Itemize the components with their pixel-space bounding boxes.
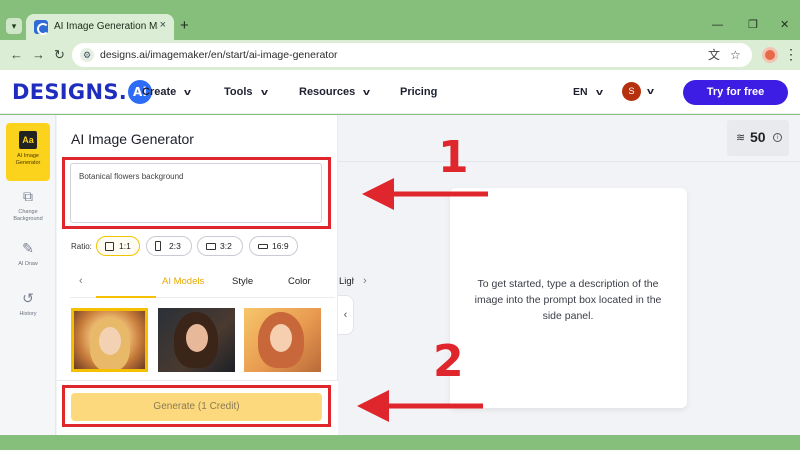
landscape-ratio-icon — [206, 243, 216, 250]
credits-badge: ≋ 50 i — [727, 120, 789, 156]
ratio-option-label: 3:2 — [220, 241, 232, 251]
credits-value: 50 — [750, 129, 766, 145]
rail-item-label: AI Draw — [18, 261, 38, 267]
ratio-option-2-3[interactable]: 2:3 — [146, 236, 192, 256]
chevron-down-icon: v — [595, 87, 603, 97]
nav-create-label: Create — [142, 86, 177, 98]
chevron-down-icon: v — [184, 87, 192, 97]
rail-item-history[interactable]: ↺ History — [6, 281, 50, 339]
site-logo[interactable]: DESIGNS. Ai — [12, 80, 153, 104]
brush-icon: ✎ — [22, 240, 34, 256]
browser-tab-bar: ▾ AI Image Generation Made Eas × + — ❐ ✕ — [0, 0, 800, 40]
change-background-icon: ⧉ — [23, 188, 33, 204]
account-menu-chevron-icon[interactable]: v — [647, 84, 654, 98]
browser-tab[interactable]: AI Image Generation Made Eas × — [26, 14, 174, 40]
square-ratio-icon — [105, 242, 114, 251]
ratio-option-16-9[interactable]: 16:9 — [249, 236, 298, 256]
tab-ai-models[interactable]: AI Models — [162, 276, 204, 288]
thumbnail-face — [99, 327, 121, 355]
browser-menu-icon[interactable]: ⋮ — [784, 46, 798, 62]
chevron-down-icon: v — [260, 87, 268, 97]
try-for-free-button[interactable]: Try for free — [683, 80, 788, 105]
highlight-prompt-box — [62, 157, 331, 229]
tab-search-dropdown-icon[interactable]: ▾ — [6, 18, 22, 34]
bottom-strip — [0, 435, 800, 450]
widescreen-ratio-icon — [258, 244, 268, 249]
ratio-option-3-2[interactable]: 3:2 — [197, 236, 243, 256]
tab-color[interactable]: Color — [288, 276, 311, 288]
tab-style[interactable]: Style — [232, 276, 253, 288]
nav-tools-label: Tools — [224, 86, 253, 98]
site-info-icon[interactable]: ⚙ — [80, 48, 94, 62]
site-header: DESIGNS. Ai Create v Tools v Resources v Pri… — [0, 70, 800, 114]
url-text[interactable]: designs.ai/imagemaker/en/start/ai-image-… — [100, 49, 338, 61]
minimize-button[interactable]: — — [712, 18, 723, 32]
forward-button[interactable]: → — [32, 47, 45, 63]
thumbnail-face — [270, 324, 292, 352]
reload-button[interactable]: ↻ — [54, 47, 65, 63]
tab-close-icon[interactable]: × — [160, 19, 166, 31]
nav-create[interactable]: Create v — [142, 85, 192, 99]
browser-profile-avatar[interactable] — [762, 47, 778, 63]
bookmark-star-icon[interactable]: ☆ — [730, 48, 741, 62]
url-field[interactable]: ⚙ designs.ai/imagemaker/en/start/ai-imag… — [72, 43, 752, 67]
annotation-arrow-2-icon — [357, 390, 483, 422]
window-close-button[interactable]: ✕ — [780, 18, 789, 32]
language-label: EN — [573, 86, 588, 98]
nav-pricing[interactable]: Pricing — [400, 85, 437, 99]
portrait-ratio-icon — [155, 241, 161, 251]
info-icon[interactable]: i — [773, 133, 782, 142]
annotation-arrow-1-icon — [362, 178, 488, 210]
panel-title: AI Image Generator — [71, 131, 194, 147]
ai-image-generator-icon: Aa — [19, 131, 37, 149]
restore-button[interactable]: ❐ — [748, 18, 758, 32]
history-icon: ↺ — [22, 290, 34, 306]
user-avatar[interactable]: S — [622, 82, 641, 101]
rail-item-change-background[interactable]: ⧉ Change Background — [6, 179, 50, 237]
language-selector[interactable]: EN v — [573, 85, 603, 99]
highlight-generate-button — [62, 385, 331, 427]
empty-state-card: To get started, type a description of th… — [450, 188, 687, 408]
translate-icon[interactable]: 文 — [708, 48, 720, 62]
rail-item-label: History — [19, 311, 37, 317]
site-favicon-icon — [34, 20, 49, 35]
logo-text: DESIGNS. — [12, 80, 128, 104]
canvas-header-divider — [338, 161, 800, 162]
rail-item-label: Change Background — [13, 209, 43, 222]
rail-item-ai-image-generator[interactable]: Aa AI Image Generator — [6, 123, 50, 181]
annotation-step-1: 1 — [438, 132, 469, 183]
nav-resources[interactable]: Resources v — [299, 85, 371, 99]
nav-resources-label: Resources — [299, 86, 356, 98]
tab-lighting[interactable]: Ligh — [339, 276, 354, 288]
address-bar-row: ← → ↻ ⚙ designs.ai/imagemaker/en/start/a… — [0, 40, 800, 70]
ratio-option-label: 2:3 — [169, 241, 181, 251]
annotation-step-2: 2 — [433, 336, 464, 387]
model-thumbnail-3[interactable] — [244, 308, 321, 372]
tool-rail: Aa AI Image Generator ⧉ Change Backgroun… — [0, 115, 56, 435]
thumbnail-face — [186, 324, 208, 352]
ratio-option-label: 16:9 — [272, 241, 289, 251]
tabs-prev-icon[interactable]: ‹ — [79, 274, 83, 288]
nav-tools[interactable]: Tools v — [224, 85, 268, 99]
tabs-next-icon[interactable]: › — [363, 274, 367, 288]
tab-title: AI Image Generation Made Eas — [54, 21, 158, 32]
new-tab-button[interactable]: + — [180, 18, 189, 34]
model-thumbnail-1[interactable] — [71, 308, 148, 372]
coins-icon: ≋ — [736, 132, 746, 144]
chevron-down-icon: v — [363, 87, 371, 97]
collapse-panel-icon[interactable]: ‹ — [338, 295, 354, 335]
empty-state-message: To get started, type a description of th… — [474, 278, 662, 322]
rail-item-label: AI Image Generator — [15, 153, 41, 166]
ratio-label: Ratio: — [71, 242, 92, 251]
ratio-option-label: 1:1 — [119, 241, 131, 251]
model-thumbnail-2[interactable] — [158, 308, 235, 372]
active-tab-indicator — [96, 296, 156, 298]
ratio-option-1-1[interactable]: 1:1 — [96, 236, 140, 256]
back-button[interactable]: ← — [10, 47, 23, 63]
